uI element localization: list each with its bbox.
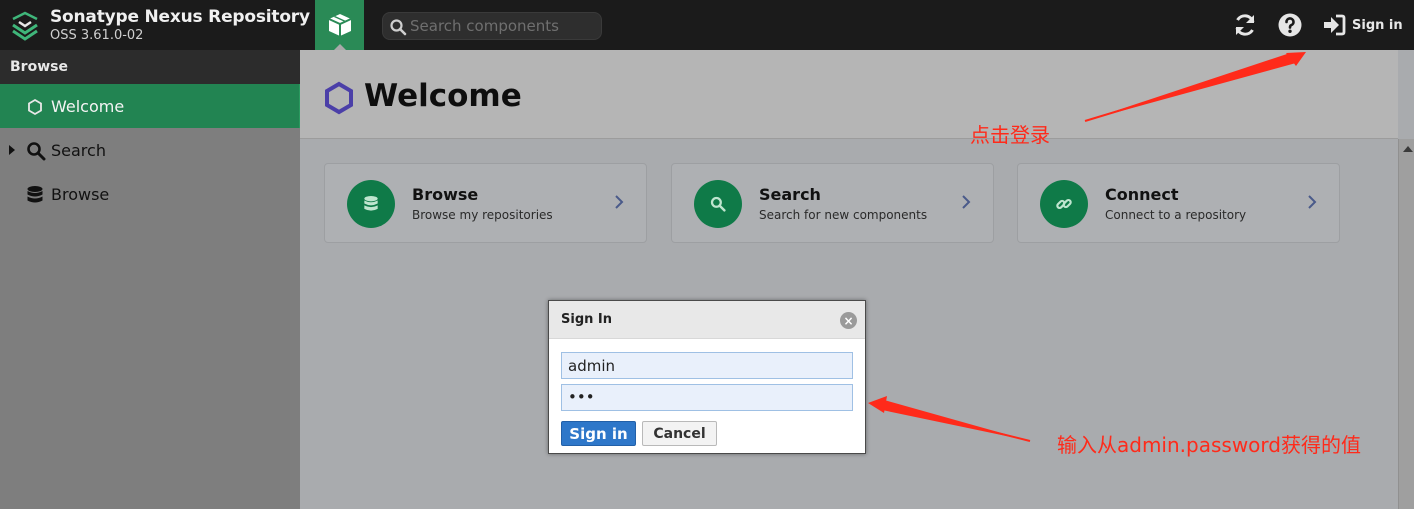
sidebar-item-search[interactable]: Search <box>0 128 300 172</box>
component-search[interactable] <box>382 12 602 40</box>
browse-mode-button[interactable] <box>315 0 364 50</box>
annotation-enter-password: 输入从admin.password获得的值 <box>1057 433 1361 457</box>
database-icon <box>27 186 43 203</box>
password-field[interactable]: ••• <box>561 384 853 411</box>
card-search[interactable]: Search Search for new components <box>671 163 994 243</box>
hexagon-icon <box>28 98 42 116</box>
app-version: OSS 3.61.0-02 <box>50 28 144 43</box>
scrollbar[interactable] <box>1398 139 1414 509</box>
link-icon <box>1056 198 1072 210</box>
chevron-right-icon <box>615 195 624 209</box>
dialog-title: Sign In <box>561 312 612 327</box>
welcome-header: Welcome <box>300 50 1398 139</box>
sidebar-item-label: Browse <box>51 184 110 204</box>
header-sign-in-button[interactable]: Sign in <box>1322 13 1403 37</box>
sidebar-item-label: Welcome <box>51 96 125 116</box>
card-icon-circle <box>347 180 395 228</box>
card-subtitle: Connect to a repository <box>1105 208 1247 222</box>
sidebar-item-browse[interactable]: Browse <box>0 172 300 216</box>
username-field[interactable]: admin <box>561 352 853 379</box>
sign-in-button[interactable]: Sign in <box>561 421 636 446</box>
sidebar-item-label: Search <box>51 140 106 160</box>
dialog-header: Sign In × <box>549 301 865 339</box>
chevron-right-icon <box>1308 195 1317 209</box>
search-icon <box>390 19 407 36</box>
card-browse[interactable]: Browse Browse my repositories <box>324 163 647 243</box>
sign-in-icon <box>1324 14 1346 36</box>
expand-arrow-icon[interactable] <box>9 145 15 155</box>
search-icon <box>710 196 726 212</box>
card-icon-circle <box>694 180 742 228</box>
help-icon[interactable] <box>1277 12 1303 38</box>
database-icon <box>364 196 378 211</box>
header-sign-in-label: Sign in <box>1352 17 1403 33</box>
card-title: Connect <box>1105 185 1179 204</box>
card-subtitle: Browse my repositories <box>412 208 553 222</box>
nexus-logo-icon[interactable] <box>10 11 40 41</box>
annotation-click-login: 点击登录 <box>970 123 1050 147</box>
page-title: Welcome <box>364 78 522 114</box>
card-connect[interactable]: Connect Connect to a repository <box>1017 163 1340 243</box>
card-icon-circle <box>1040 180 1088 228</box>
scroll-up-arrow-icon[interactable] <box>1403 146 1413 152</box>
search-icon <box>27 142 46 161</box>
refresh-icon[interactable] <box>1232 12 1258 38</box>
sidebar-item-welcome[interactable]: Welcome <box>0 84 300 128</box>
top-header: Sonatype Nexus Repository OSS 3.61.0-02 <box>0 0 1414 50</box>
cancel-button[interactable]: Cancel <box>642 421 717 446</box>
card-title: Search <box>759 185 821 204</box>
card-title: Browse <box>412 185 479 204</box>
close-icon[interactable]: × <box>840 312 857 329</box>
sidebar-title: Browse <box>0 50 300 84</box>
hexagon-icon <box>325 81 353 115</box>
chevron-right-icon <box>962 195 971 209</box>
sidebar: Browse Welcome Search Browse <box>0 50 300 509</box>
app-title: Sonatype Nexus Repository <box>50 7 310 27</box>
search-input[interactable] <box>410 16 595 36</box>
sign-in-dialog: Sign In × admin ••• Sign in Cancel <box>548 300 866 454</box>
cube-icon <box>328 14 351 36</box>
card-subtitle: Search for new components <box>759 208 928 222</box>
